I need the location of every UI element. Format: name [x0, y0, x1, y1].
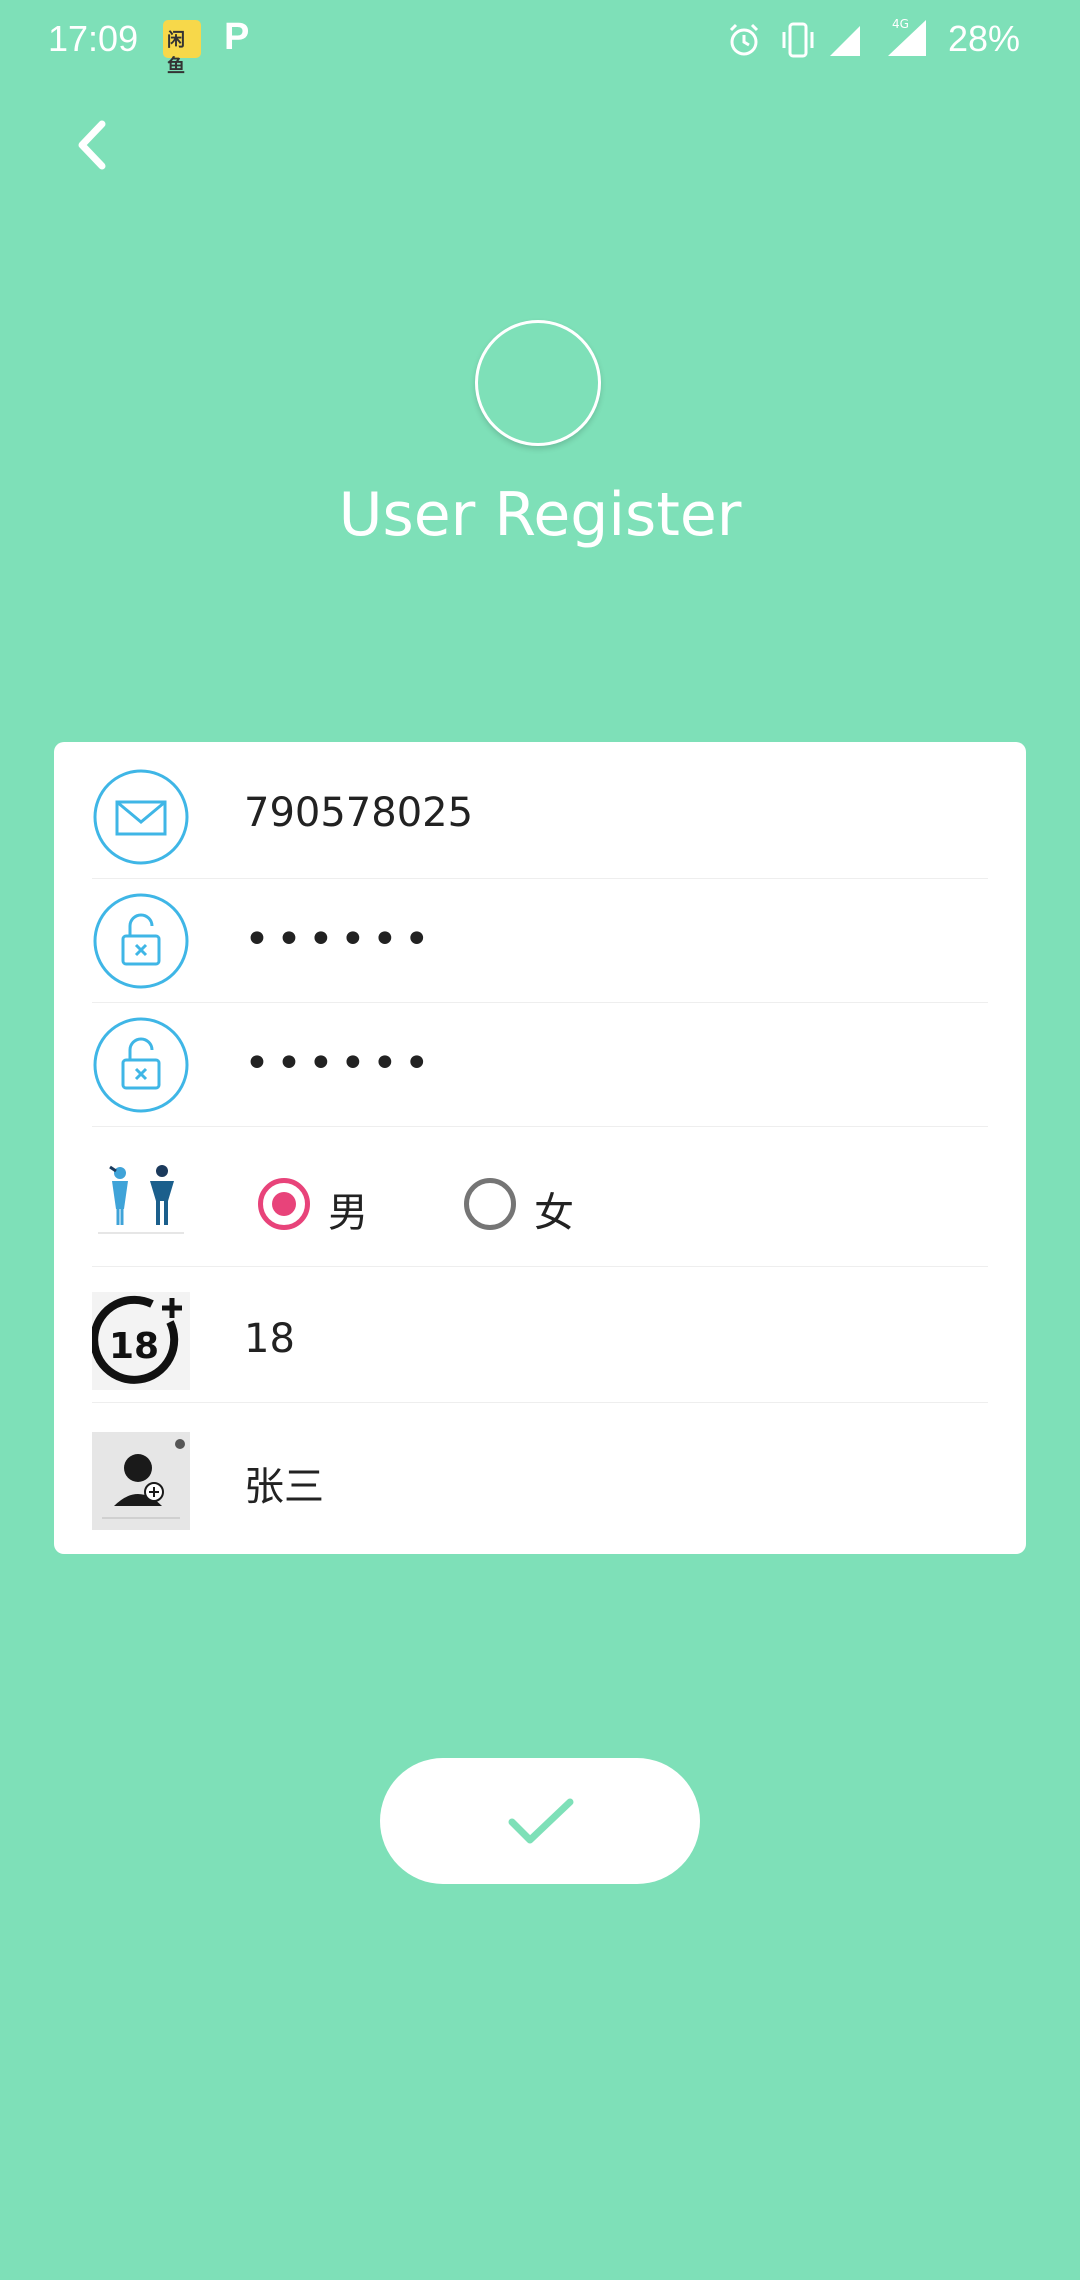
age-row: [92, 1266, 988, 1403]
gender-label-female: 女: [534, 1190, 574, 1236]
age-18-plus-icon: 18: [92, 1292, 190, 1390]
p-notification-icon: P: [224, 16, 250, 58]
gender-icon: [98, 1165, 184, 1234]
signal-icon: [830, 26, 860, 56]
svg-text:4G: 4G: [892, 17, 909, 31]
gender-radio-female[interactable]: [464, 1178, 516, 1230]
gender-radio-male[interactable]: [258, 1178, 310, 1230]
status-time: 17:09: [48, 18, 139, 59]
battery-percent: 28%: [947, 18, 1020, 59]
mail-icon: [93, 769, 189, 865]
signal-4g-icon: 4G: [888, 17, 926, 56]
submit-button[interactable]: [380, 1758, 700, 1884]
email-row: [92, 742, 988, 879]
age-field[interactable]: 18: [244, 1316, 295, 1362]
password-row: [92, 878, 988, 1003]
gender-label-male: 男: [328, 1190, 368, 1236]
page-title: User Register: [338, 480, 742, 550]
unlock-icon: [93, 1017, 189, 1113]
name-field[interactable]: 张三: [244, 1454, 324, 1512]
alarm-icon: [729, 23, 759, 56]
name-row: [92, 1402, 988, 1554]
confirm-password-row: [92, 1002, 988, 1127]
check-icon: [508, 1798, 574, 1844]
email-field[interactable]: 790578025: [244, 790, 473, 836]
xianyu-notification-icon: 闲鱼: [163, 20, 201, 77]
vibrate-icon: [782, 22, 814, 58]
status-bar: 17:09 闲鱼 P 4G 28%: [0, 0, 1080, 80]
unlock-icon: [93, 893, 189, 989]
password-field[interactable]: ••••••: [244, 914, 436, 965]
svg-text:18: 18: [109, 1326, 159, 1367]
confirm-password-field[interactable]: ••••••: [244, 1038, 436, 1089]
avatar[interactable]: [475, 320, 601, 446]
back-button[interactable]: [60, 110, 130, 180]
register-form: 790578025 •••••• •••••• 男 女 18 18 张三: [54, 742, 1026, 1554]
chevron-left-icon: [78, 120, 106, 170]
user-add-icon: [92, 1432, 190, 1530]
